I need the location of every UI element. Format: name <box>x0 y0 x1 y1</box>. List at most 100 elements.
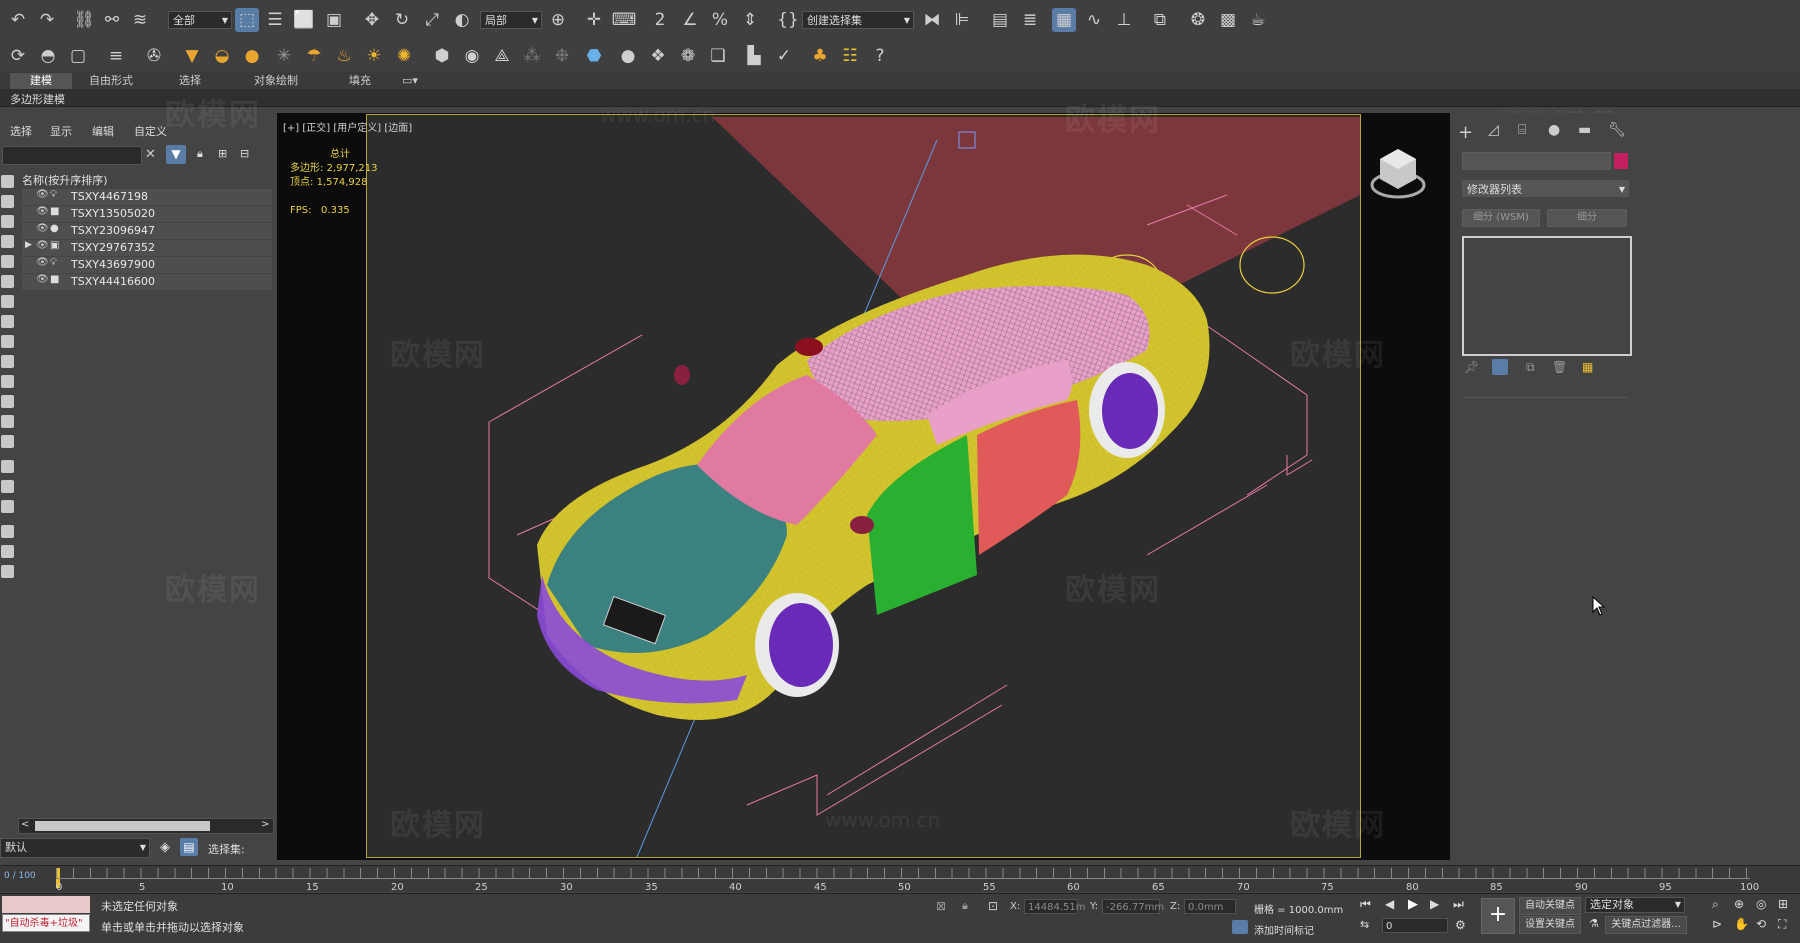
archive-icon[interactable]: ▢ <box>66 44 90 68</box>
list-item[interactable]: 👁︎ 💡︎ TSXY43697900 <box>22 257 272 273</box>
layers-icon[interactable]: ◈ <box>160 840 170 855</box>
percent-snap-icon[interactable]: % <box>708 8 732 32</box>
layer-dropdown[interactable]: 默认 ▼ <box>0 838 150 858</box>
zoom-icon[interactable]: ⌕ <box>1712 897 1719 912</box>
list-item[interactable]: ▶ 👁︎ ▣ TSXY29767352 <box>22 240 272 256</box>
dope-sheet-icon[interactable]: ⊥ <box>1112 8 1136 32</box>
column-header-name[interactable]: 名称(按升序排序) <box>22 172 108 188</box>
hierarchy-icon[interactable]: ⊞ <box>218 147 227 160</box>
inherit-icon[interactable]: ◓ <box>36 44 60 68</box>
reference-coord-dropdown[interactable]: 局部 ▼ <box>480 11 542 29</box>
goto-start-icon[interactable]: ⏮ <box>1360 897 1371 912</box>
play-icon[interactable]: ▶ <box>1408 897 1418 912</box>
orbit-icon[interactable]: ⟲ <box>1756 917 1766 931</box>
display-all-icon[interactable] <box>1 435 14 448</box>
field-of-view-icon[interactable]: ⊳ <box>1712 917 1722 931</box>
move-icon[interactable]: ✥ <box>360 8 384 32</box>
converter-icon[interactable]: ❏ <box>706 44 730 68</box>
display-invert-icon[interactable] <box>1 460 14 473</box>
angle-snap-icon[interactable]: ∠ <box>678 8 702 32</box>
scroll-thumb[interactable] <box>35 821 210 831</box>
object-name-input[interactable] <box>1462 152 1611 170</box>
tab-freeform[interactable]: 自由形式 <box>80 73 142 89</box>
modifier-list-dropdown[interactable]: 修改器列表 ▼ <box>1462 180 1629 197</box>
zoom-all-icon[interactable]: ⊕ <box>1734 897 1744 911</box>
proxy-icon[interactable]: ⬢ <box>430 44 454 68</box>
time-slider[interactable]: 0 / 100 0 5 10 15 20 25 30 35 40 45 50 5… <box>0 865 1800 893</box>
explorer-menu-select[interactable]: 选择 <box>10 123 32 139</box>
align-icon[interactable]: ⊫ <box>950 8 974 32</box>
container-icon[interactable]: ⟳ <box>6 44 30 68</box>
schematic-view-icon[interactable]: ⧉ <box>1148 8 1172 32</box>
window-crossing-icon[interactable]: ▣ <box>322 8 346 32</box>
time-slider-value[interactable]: 0 / 100 <box>4 871 36 881</box>
auto-key-button[interactable]: 自动关键点 <box>1519 897 1581 915</box>
list-icon[interactable]: ≡ <box>104 44 128 68</box>
multi-material-icon[interactable]: ❖ <box>646 44 670 68</box>
filter-options-icon[interactable] <box>1 545 14 558</box>
add-time-tag-label[interactable]: 添加时间标记 <box>1254 922 1314 937</box>
display-influences-icon[interactable] <box>1 500 14 513</box>
named-selection-set-dropdown[interactable]: 创建选择集 ▼ <box>802 11 914 29</box>
remove-modifier-icon[interactable]: 🗑︎ <box>1552 360 1567 374</box>
material-ball-icon[interactable]: ● <box>616 44 640 68</box>
frame-buffer-icon[interactable]: ▙ <box>742 44 766 68</box>
prev-frame-icon[interactable]: ◀︎ <box>1385 897 1394 911</box>
set-key-button[interactable]: 设置关键点 <box>1519 916 1581 934</box>
subdivide-button[interactable]: 细分 <box>1547 209 1627 227</box>
display-xrefs-icon[interactable] <box>1 335 14 348</box>
eye-icon[interactable]: 👁︎ <box>36 274 49 285</box>
display-bones-icon[interactable] <box>1 355 14 368</box>
panel-divider[interactable] <box>1462 397 1628 398</box>
goto-end-icon[interactable]: ⏭ <box>1453 897 1464 912</box>
list-item[interactable]: 👁︎ 💡︎ TSXY4467198 <box>22 189 272 205</box>
zoom-extents-all-icon[interactable]: ⊞ <box>1778 897 1788 911</box>
sun-icon[interactable]: ☀ <box>362 44 386 68</box>
eye-icon[interactable]: 👁︎ <box>36 240 49 251</box>
time-config-icon[interactable]: ⚙ <box>1455 918 1466 932</box>
next-frame-icon[interactable]: ▶︎ <box>1430 897 1439 911</box>
list-item[interactable]: 👁︎ ■ TSXY13505020 <box>22 206 272 222</box>
selection-set-icon[interactable]: ▤ <box>180 838 198 856</box>
z-coordinate-field[interactable]: 0.0mm <box>1184 899 1236 914</box>
fur-icon[interactable]: ◉ <box>460 44 484 68</box>
create-tab-icon[interactable]: + <box>1458 122 1473 143</box>
display-containers-icon[interactable] <box>1 375 14 388</box>
safe-frame[interactable] <box>366 114 1361 858</box>
display-helpers-icon[interactable] <box>1 275 14 288</box>
volume-icon[interactable]: ⬣ <box>582 44 606 68</box>
eye-icon[interactable]: 👁︎ <box>36 257 49 268</box>
pivot-center-icon[interactable]: ⊕ <box>546 8 570 32</box>
display-children-icon[interactable] <box>1 480 14 493</box>
undo-icon[interactable]: ↶ <box>6 8 30 32</box>
show-end-result-icon[interactable] <box>1492 359 1508 375</box>
tab-selection[interactable]: 选择 <box>165 73 215 89</box>
toon-icon[interactable]: ❁ <box>676 44 700 68</box>
display-tab-icon[interactable]: ▬ <box>1578 122 1591 138</box>
maximize-viewport-icon[interactable]: ⛶ <box>1778 917 1786 932</box>
absolute-mode-icon[interactable]: ⊡ <box>988 899 998 913</box>
particle-icon[interactable]: ❉ <box>550 44 574 68</box>
spinner-snap-icon[interactable]: ⇕ <box>738 8 762 32</box>
rect-selection-icon[interactable]: ⬜ <box>292 8 316 32</box>
display-lights-icon[interactable] <box>1 235 14 248</box>
maxscript-listener-pink[interactable] <box>2 896 90 913</box>
display-none-icon[interactable] <box>1 175 14 188</box>
help-icon[interactable]: ? <box>868 44 892 68</box>
display-spacewarps-icon[interactable] <box>1 295 14 308</box>
rotate-icon[interactable]: ↻ <box>390 8 414 32</box>
explorer-menu-customize[interactable]: 自定义 <box>134 123 167 139</box>
configure-sets-icon[interactable]: ▦ <box>1582 360 1593 374</box>
ies-light-icon[interactable]: ♨ <box>332 44 356 68</box>
display-geometry-icon[interactable] <box>1 195 14 208</box>
modifier-stack[interactable] <box>1462 236 1632 356</box>
set-key-big-button[interactable]: + <box>1481 898 1515 934</box>
modify-tab-icon[interactable]: ◿ <box>1488 122 1499 138</box>
explorer-hscrollbar[interactable]: < > <box>18 818 274 834</box>
display-frozen-icon[interactable] <box>1 395 14 408</box>
spot-light-icon[interactable]: ✳ <box>272 44 296 68</box>
display-groups-icon[interactable] <box>1 315 14 328</box>
layer-explorer-icon[interactable]: ≣ <box>1018 8 1042 32</box>
select-manipulate-icon[interactable]: ✛ <box>582 8 606 32</box>
time-tag-icon[interactable] <box>1232 920 1248 934</box>
